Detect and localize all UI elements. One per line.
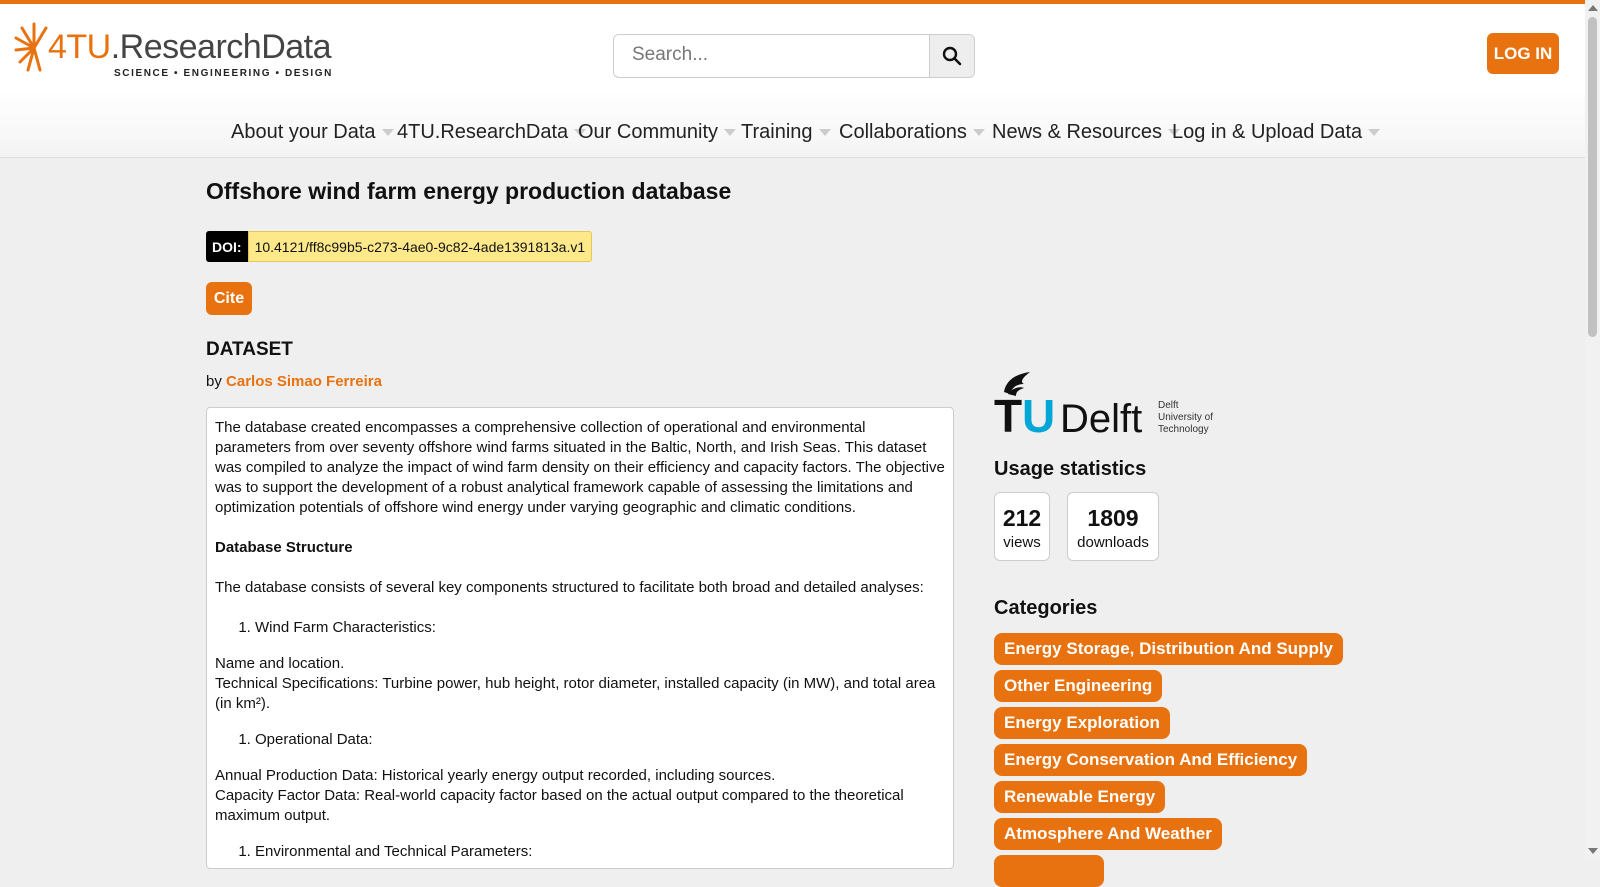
nav-collaborations[interactable]: Collaborations [839,121,985,144]
page-scrollbar[interactable] [1585,0,1600,861]
description-line: Annual Production Data: Historical yearl… [215,767,776,784]
search-icon [942,46,962,66]
chevron-down-icon [1368,129,1381,137]
scroll-up-icon[interactable] [1588,5,1598,11]
nav-about-your-data[interactable]: About your Data [231,121,394,144]
doi-label: DOI: [206,231,248,262]
nav-label: Training [741,121,813,143]
list-item: Environmental and Technical Parameters: [255,842,945,862]
search-bar [613,34,975,78]
category-tag[interactable]: Energy Conservation And Efficiency [994,744,1308,776]
description-line: Technical Specifications: Turbine power,… [215,675,936,712]
description-list: Wind Farm Characteristics: [215,618,945,638]
svg-text:Delft: Delft [1060,397,1142,438]
description-structure-intro: The database consists of several key com… [215,579,924,596]
nav-label: Collaborations [839,121,967,143]
views-count: 212 [1002,505,1042,531]
svg-text:Delft: Delft [1158,400,1179,411]
cite-button[interactable]: Cite [206,282,252,315]
nav-4tu-researchdata[interactable]: 4TU.ResearchData [397,121,587,144]
downloads-count: 1809 [1087,505,1139,531]
author-link[interactable]: Carlos Simao Ferreira [226,373,382,390]
site-header: 4TU.ResearchData SCIENCE • ENGINEERING •… [0,4,1585,90]
chevron-down-icon [972,129,985,137]
doi-value[interactable]: 10.4121/ff8c99b5-c273-4ae0-9c82-4ade1391… [247,231,593,262]
usage-statistics-heading: Usage statistics [994,458,1147,480]
downloads-stat: 1809 downloads [1067,492,1159,561]
description-panel: The database created encompasses a compr… [206,407,954,869]
nav-our-community[interactable]: Our Community [578,121,737,144]
dataset-type-label: DATASET [206,339,293,360]
nav-label: Log in & Upload Data [1172,121,1363,143]
search-input[interactable] [614,35,950,75]
nav-training[interactable]: Training [741,121,831,144]
svg-text:Technology: Technology [1158,424,1209,435]
nav-news-resources[interactable]: News & Resources [992,121,1181,144]
list-item: Operational Data: [255,730,945,750]
by-prefix: by [206,373,222,390]
tudelft-flame-logo: T U Delft Delft University of Technology [994,372,1213,442]
nav-login-upload[interactable]: Log in & Upload Data [1172,121,1381,144]
nav-label: 4TU.ResearchData [397,121,569,143]
description-heading: Database Structure [215,539,353,556]
description-intro: The database created encompasses a compr… [215,419,945,516]
login-button[interactable]: LOG IN [1487,33,1559,74]
site-logo[interactable]: 4TU.ResearchData SCIENCE • ENGINEERING •… [14,18,332,86]
views-stat: 212 views [994,492,1050,561]
chevron-down-icon [381,129,394,137]
main-nav: About your Data 4TU.ResearchData Our Com… [0,90,1585,158]
list-item: Wind Farm Characteristics: [255,618,945,638]
page-title: Offshore wind farm energy production dat… [206,178,732,204]
search-button[interactable] [929,35,974,77]
nav-label: Our Community [578,121,719,143]
category-tag[interactable]: Other Engineering [994,670,1163,702]
scroll-thumb[interactable] [1588,17,1597,337]
views-label: views [1003,534,1041,551]
description-line: Name and location. [215,655,345,672]
description-list: Environmental and Technical Parameters: [215,842,945,862]
category-tag[interactable]: Energy Storage, Distribution And Supply [994,633,1344,665]
nav-label: News & Resources [992,121,1163,143]
chevron-down-icon [818,129,831,137]
svg-text:University of: University of [1158,412,1213,423]
description-line: Capacity Factor Data: Real-world capacit… [215,787,904,824]
logo-wordmark: 4TU.ResearchData [48,28,332,66]
chevron-down-icon [724,129,737,137]
description-list: Operational Data: [215,730,945,750]
category-tag[interactable]: Atmosphere And Weather [994,818,1222,850]
institution-logo: T U Delft Delft University of Technology [994,370,1224,442]
category-tag-partial[interactable] [994,855,1104,887]
downloads-label: downloads [1077,534,1149,551]
logo-tagline: SCIENCE • ENGINEERING • DESIGN [114,68,333,79]
category-tag[interactable]: Renewable Energy [994,781,1166,813]
svg-text:U: U [1022,390,1055,438]
doi-badge[interactable]: DOI: 10.4121/ff8c99b5-c273-4ae0-9c82-4ad… [206,231,593,262]
category-tag[interactable]: Energy Exploration [994,707,1170,739]
author-byline: by Carlos Simao Ferreira [206,373,382,390]
svg-text:T: T [994,390,1022,438]
scroll-down-icon[interactable] [1588,848,1598,854]
nav-label: About your Data [231,121,376,143]
categories-heading: Categories [994,597,1098,619]
